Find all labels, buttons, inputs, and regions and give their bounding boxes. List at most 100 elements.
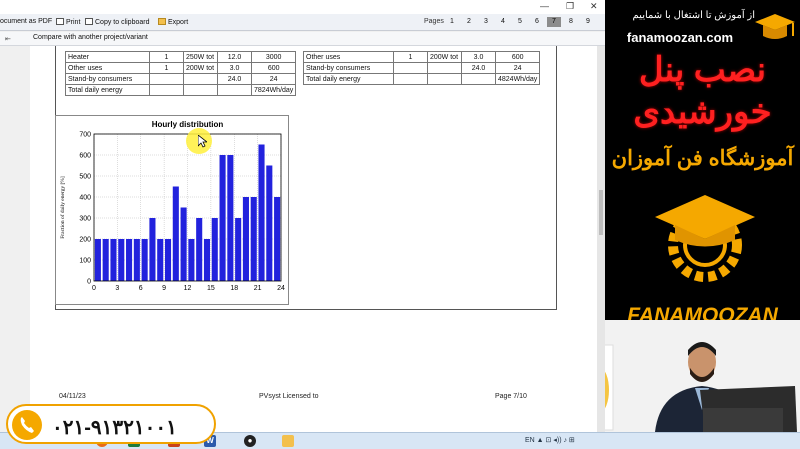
footer-license: PVsyst Licensed to bbox=[259, 393, 319, 400]
chart-svg: Hourly distribution 0 100 200 300 400 500 600 70… bbox=[59, 120, 285, 292]
export-button[interactable]: Export bbox=[158, 18, 188, 26]
maximize-button[interactable]: ❐ bbox=[566, 1, 574, 12]
brand-tagline: از آموزش تا اشتغال با شماییم bbox=[632, 10, 755, 21]
y-tick-label: 300 bbox=[79, 216, 91, 223]
left-table-cell: 3000 bbox=[250, 51, 297, 63]
presenter-image bbox=[605, 320, 800, 432]
right-table-row: Other uses 1 200W tot 3.0 600 bbox=[303, 51, 541, 63]
course-title-line2: خورشیدی bbox=[633, 93, 772, 131]
chart-bar bbox=[94, 239, 101, 281]
x-tick-label: 9 bbox=[162, 285, 166, 292]
y-axis-label: Fraction of daily energy [%] bbox=[59, 176, 66, 239]
left-table-cell: Stand-by consumers bbox=[65, 73, 150, 85]
footer-page-number: Page 7/10 bbox=[495, 393, 527, 400]
footer-date: 04/11/23 bbox=[59, 393, 86, 400]
right-table-cell: 1 bbox=[393, 51, 428, 63]
left-table-cell: 1 bbox=[149, 62, 184, 74]
right-table-cell: 600 bbox=[494, 51, 541, 63]
page-button-2[interactable]: 2 bbox=[462, 17, 476, 27]
left-table-cell: Other uses bbox=[65, 62, 150, 74]
left-table-cell bbox=[183, 73, 218, 85]
system-tray[interactable]: EN ▲ ⊡ ◂)) ♪ ⊞ bbox=[525, 436, 575, 444]
collapse-arrow-icon[interactable]: ⇤ bbox=[5, 35, 11, 43]
chart-title: Hourly distribution bbox=[152, 120, 224, 129]
page-button-4[interactable]: 4 bbox=[496, 17, 510, 27]
print-button[interactable]: Print bbox=[56, 18, 80, 26]
left-table-cell: 1 bbox=[149, 51, 184, 63]
right-table-cell bbox=[393, 73, 428, 85]
left-table-cell: 7824Wh/day bbox=[250, 84, 297, 96]
y-tick-label: 200 bbox=[79, 237, 91, 244]
y-tick-label: 500 bbox=[79, 174, 91, 181]
page-button-5[interactable]: 5 bbox=[513, 17, 527, 27]
x-tick-label: 15 bbox=[207, 285, 215, 292]
left-table-row: Heater 1 250W tot 12.0 3000 bbox=[65, 51, 297, 63]
x-tick-label: 3 bbox=[115, 285, 119, 292]
file-explorer-icon[interactable] bbox=[282, 435, 294, 447]
chart-bar bbox=[242, 197, 249, 281]
chart-bar bbox=[180, 207, 187, 281]
copy-clipboard-button[interactable]: Copy to clipboard bbox=[85, 18, 149, 26]
vertical-scrollbar[interactable] bbox=[597, 46, 605, 432]
pages-label: Pages bbox=[424, 18, 444, 25]
left-table-row: Stand-by consumers 24.0 24 bbox=[65, 73, 297, 85]
phone-number: ۰۲۱-۹۱۳۲۱۰۰۱ bbox=[52, 417, 177, 439]
user-needs-table-left: Heater 1 250W tot 12.0 3000 Other uses 1 200W t… bbox=[65, 51, 297, 96]
phone-badge: ۰۲۱-۹۱۳۲۱۰۰۱ bbox=[6, 404, 216, 444]
page-button-1[interactable]: 1 bbox=[445, 17, 459, 27]
chart-bar bbox=[258, 144, 265, 281]
page-button-7[interactable]: 7 bbox=[547, 17, 561, 27]
y-tick-label: 700 bbox=[79, 132, 91, 139]
y-tick-label: 400 bbox=[79, 195, 91, 202]
right-table-cell: 4824Wh/day bbox=[494, 73, 541, 85]
screen-recorder-icon[interactable]: ● bbox=[244, 435, 256, 447]
page-button-3[interactable]: 3 bbox=[479, 17, 493, 27]
graduation-cap-logo-icon bbox=[755, 14, 795, 39]
left-table-cell: Total daily energy bbox=[65, 84, 150, 96]
chart-bar bbox=[141, 239, 148, 281]
right-table-cell: 3.0 bbox=[461, 51, 496, 63]
page-button-8[interactable]: 8 bbox=[564, 17, 578, 27]
user-needs-table-right: Other uses 1 200W tot 3.0 600 Stand-by consum… bbox=[303, 51, 541, 85]
hourly-distribution-chart: Hourly distribution 0 100 200 300 400 500 600 70… bbox=[55, 115, 289, 305]
x-tick-label: 21 bbox=[254, 285, 262, 292]
left-table-cell: 24.0 bbox=[217, 73, 252, 85]
right-table-cell: Total daily energy bbox=[303, 73, 394, 85]
x-tick-label: 6 bbox=[139, 285, 143, 292]
chart-bar bbox=[235, 218, 242, 281]
chart-bar bbox=[157, 239, 164, 281]
chart-bar bbox=[149, 218, 156, 281]
chart-bar bbox=[196, 218, 203, 281]
scrollbar-thumb[interactable] bbox=[599, 190, 603, 235]
right-table-cell bbox=[393, 62, 428, 74]
left-table-row: Total daily energy 7824Wh/day bbox=[65, 84, 297, 96]
compare-variant-button[interactable]: Compare with another project/variant bbox=[30, 34, 151, 41]
academy-name: آموزشگاه فن آموزان bbox=[611, 147, 794, 170]
close-button[interactable]: ✕ bbox=[590, 1, 598, 12]
right-table-row: Total daily energy 4824Wh/day bbox=[303, 73, 541, 85]
chart-bar bbox=[203, 239, 211, 281]
right-table-cell bbox=[427, 73, 462, 85]
left-table-cell: 600 bbox=[250, 62, 297, 74]
left-table-cell bbox=[149, 73, 184, 85]
x-tick-label: 0 bbox=[92, 285, 96, 292]
chart-bar bbox=[133, 239, 140, 281]
right-table-cell: 24 bbox=[494, 62, 541, 74]
chart-bar bbox=[110, 239, 117, 281]
right-table-row: Stand-by consumers 24.0 24 bbox=[303, 62, 541, 74]
brand-website: fanamoozan.com bbox=[626, 30, 734, 45]
gear-cap-emblem-icon bbox=[655, 195, 755, 282]
chart-bar bbox=[164, 239, 172, 281]
y-tick-label: 600 bbox=[79, 153, 91, 160]
printer-icon bbox=[56, 18, 64, 25]
phone-icon bbox=[12, 410, 42, 440]
save-pdf-button[interactable]: ocument as PDF bbox=[0, 18, 52, 25]
page-button-9[interactable]: 9 bbox=[581, 17, 595, 27]
minimize-button[interactable]: — bbox=[540, 1, 549, 11]
left-table-cell: Heater bbox=[65, 51, 150, 63]
right-table-cell bbox=[461, 73, 496, 85]
left-table-cell: 12.0 bbox=[217, 51, 252, 63]
report-viewer-window: — ❐ ✕ ocument as PDF Print Copy to clipb… bbox=[0, 0, 605, 432]
chart-bar bbox=[227, 155, 234, 281]
page-button-6[interactable]: 6 bbox=[530, 17, 544, 27]
